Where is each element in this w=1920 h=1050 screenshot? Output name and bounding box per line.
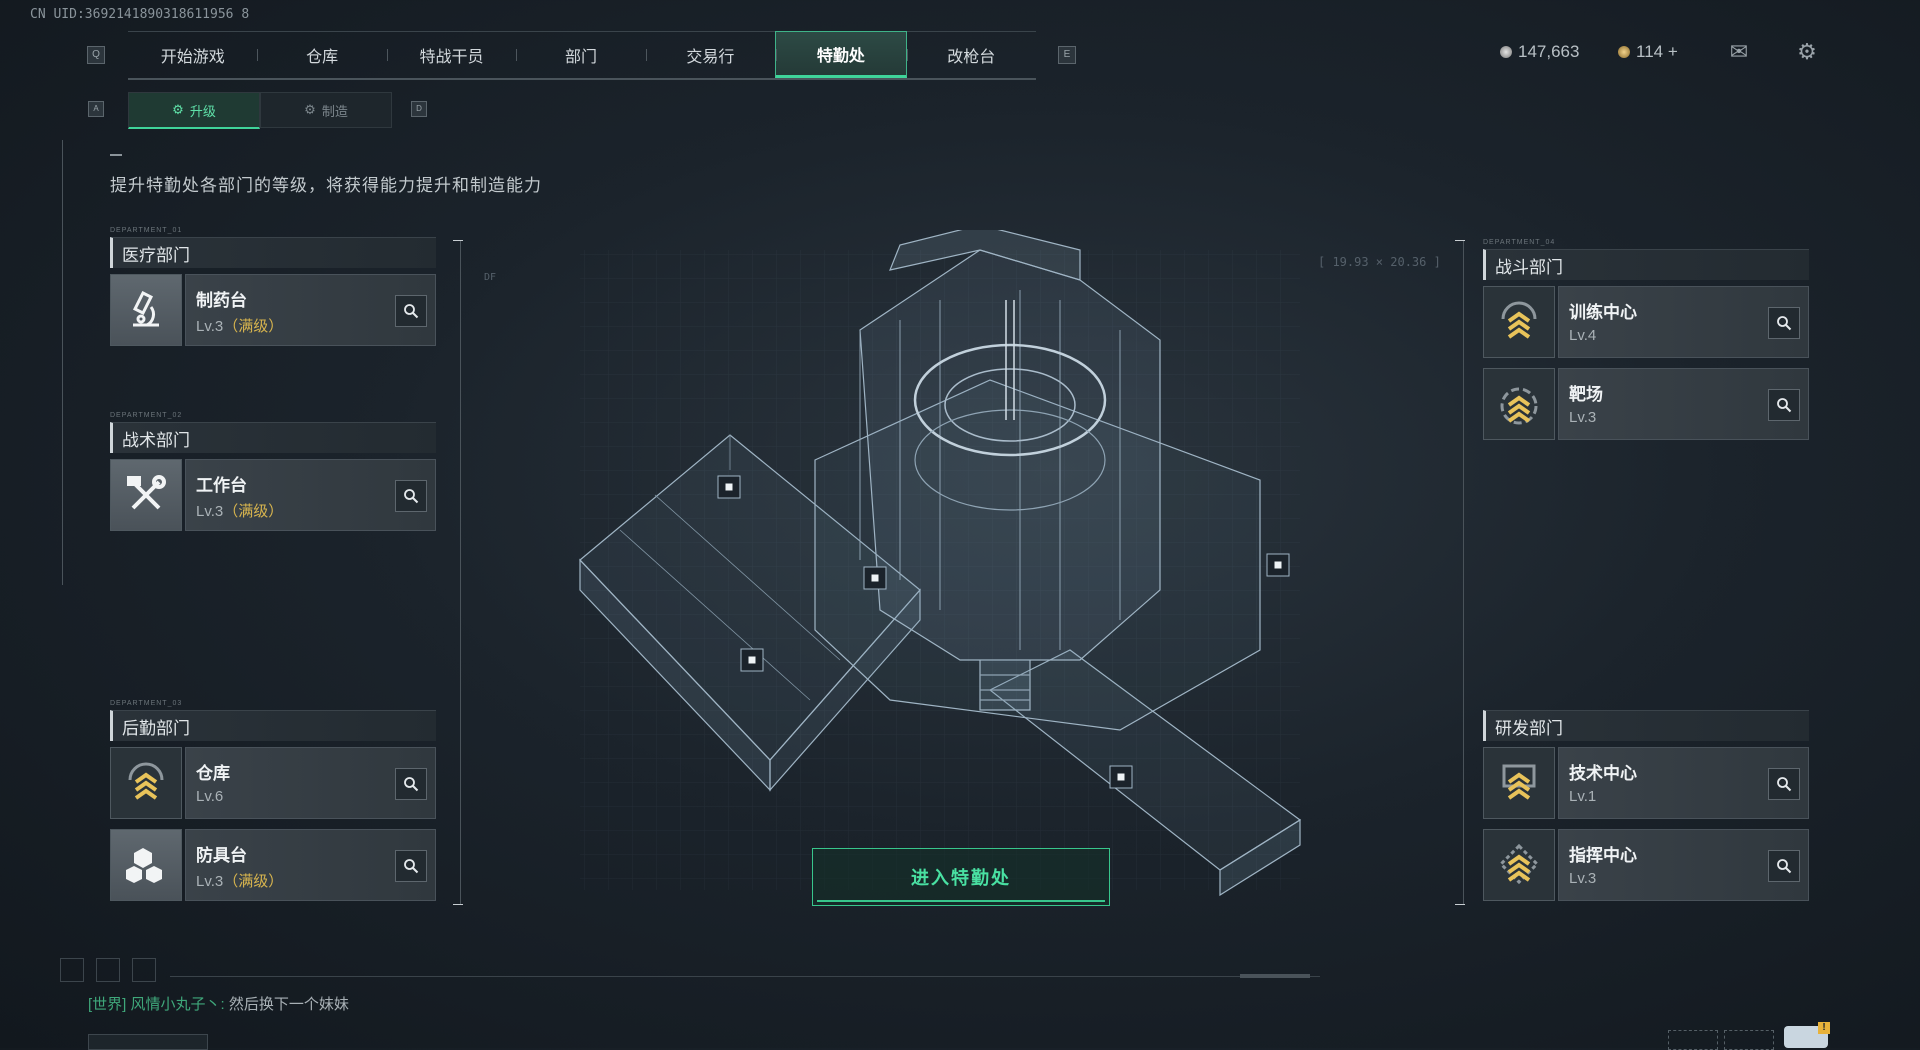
tab-upgrade[interactable]: ⚙ 升级	[128, 92, 260, 129]
dept-title: 后勤部门	[110, 710, 436, 741]
bottom-progress	[1240, 974, 1310, 978]
tab-special-ops[interactable]: 特勤处	[775, 31, 907, 78]
desc-divider	[110, 154, 122, 156]
search-icon[interactable]	[395, 295, 427, 327]
facility-card-shooting-range[interactable]: 靶场 Lv.3	[1483, 368, 1809, 440]
bottom-glyphs	[60, 958, 160, 982]
dept-research: 研发部门 技术中心 Lv.1 指挥中心 Lv.3	[1483, 700, 1809, 911]
mail-icon[interactable]: ✉	[1725, 40, 1753, 64]
dept-tag: DEPARTMENT_02	[110, 412, 183, 419]
facility-card-pharmacy[interactable]: 制药台 Lv.3（满级）	[110, 274, 436, 346]
facility-card-warehouse[interactable]: 仓库 Lv.6	[110, 747, 436, 819]
rank-chevron-icon	[1483, 368, 1555, 440]
frame-line	[460, 240, 461, 905]
silver-currency[interactable]: 147,663	[1500, 42, 1579, 62]
tab-department[interactable]: 部门	[516, 32, 645, 78]
nav-next-key[interactable]: E	[1058, 46, 1076, 64]
hud-df-label: DF	[484, 272, 497, 283]
search-icon[interactable]	[1768, 307, 1800, 339]
dept-tag: DEPARTMENT_04	[1483, 239, 1556, 246]
subnav-next-key[interactable]: D	[411, 101, 427, 117]
hud-coords: [ 19.93 × 20.36 ]	[1318, 255, 1441, 269]
nav-prev-key[interactable]: Q	[87, 46, 105, 64]
dept-title: 战术部门	[110, 422, 436, 453]
tab-start-game[interactable]: 开始游戏	[128, 32, 257, 78]
tab-gunsmith[interactable]: 改枪台	[906, 32, 1036, 78]
frame-bracket	[1455, 240, 1465, 241]
search-icon[interactable]	[395, 850, 427, 882]
bottom-divider	[170, 976, 1320, 977]
rank-chevron-icon	[110, 747, 182, 819]
search-icon[interactable]	[1768, 850, 1800, 882]
tab-operators[interactable]: 特战干员	[386, 32, 516, 78]
facility-card-training-center[interactable]: 训练中心 Lv.4	[1483, 286, 1809, 358]
frame-line	[1463, 240, 1464, 905]
main-nav: 开始游戏 仓库 特战干员 部门 交易行 特勤处 改枪台	[128, 31, 1036, 80]
rank-chevron-icon	[1483, 286, 1555, 358]
sub-nav: ⚙ 升级 ⚙ 制造	[128, 92, 392, 129]
quick-slot[interactable]	[1724, 1030, 1774, 1050]
dept-logistics: DEPARTMENT_03 后勤部门 仓库 Lv.6 防具台 Lv.3（满级）	[110, 700, 436, 911]
craft-icon: ⚙	[304, 102, 316, 117]
page-description: 提升特勤处各部门的等级，将获得能力提升和制造能力	[110, 176, 542, 195]
quick-slot[interactable]	[1668, 1030, 1718, 1050]
gold-currency[interactable]: 114 +	[1618, 42, 1678, 62]
chat-message: 然后换下一个妹妹	[228, 996, 349, 1013]
cubes-icon	[110, 829, 182, 901]
dept-tag: DEPARTMENT_03	[110, 700, 183, 707]
upgrade-icon: ⚙	[172, 102, 184, 117]
dept-tag: DEPARTMENT_01	[110, 227, 183, 234]
rank-chevron-icon	[1483, 747, 1555, 819]
facility-card-workbench[interactable]: 工作台 Lv.3（满级）	[110, 459, 436, 531]
frame-bracket	[453, 904, 463, 905]
dept-medical: DEPARTMENT_01 医疗部门 制药台 Lv.3（满级）	[110, 227, 436, 356]
tab-craft-label: 制造	[321, 103, 348, 119]
frame-line	[62, 140, 63, 585]
frame-bracket	[1455, 904, 1465, 905]
gold-amount: 114 +	[1636, 42, 1678, 61]
hammer-wrench-icon	[110, 459, 182, 531]
chat-sender: 风情小丸子丶:	[130, 996, 225, 1013]
subnav-prev-key[interactable]: A	[88, 101, 104, 117]
gold-coin-icon	[1618, 46, 1630, 58]
search-icon[interactable]	[1768, 768, 1800, 800]
dept-title: 战斗部门	[1483, 249, 1809, 280]
microscope-icon	[110, 274, 182, 346]
alert-badge-icon: !	[1818, 1022, 1830, 1034]
facility-hologram	[579, 230, 1302, 897]
tab-craft[interactable]: ⚙ 制造	[260, 92, 392, 128]
facility-card-armor-bench[interactable]: 防具台 Lv.3（满级）	[110, 829, 436, 901]
frame-bracket	[453, 240, 463, 241]
facility-card-command-center[interactable]: 指挥中心 Lv.3	[1483, 829, 1809, 901]
rank-chevron-icon	[1483, 829, 1555, 901]
silver-amount: 147,663	[1518, 42, 1580, 61]
world-chat-line[interactable]: [世界] 风情小丸子丶: 然后换下一个妹妹	[88, 993, 349, 1014]
dept-combat: DEPARTMENT_04 战斗部门 训练中心 Lv.4 靶场 Lv.3	[1483, 239, 1809, 450]
search-icon[interactable]	[395, 768, 427, 800]
dept-tactical: DEPARTMENT_02 战术部门 工作台 Lv.3（满级）	[110, 412, 436, 541]
dept-title: 医疗部门	[110, 237, 436, 268]
chat-channel: [世界]	[88, 996, 127, 1013]
settings-gear-icon[interactable]: ⚙	[1793, 40, 1821, 64]
player-uid: CN UID:3692141890318611956 8	[30, 7, 250, 22]
search-icon[interactable]	[1768, 389, 1800, 421]
dept-title: 研发部门	[1483, 710, 1809, 741]
enter-special-ops-button[interactable]: 进入特勤处	[812, 848, 1110, 906]
tab-trade[interactable]: 交易行	[645, 32, 775, 78]
facility-card-tech-center[interactable]: 技术中心 Lv.1	[1483, 747, 1809, 819]
tab-warehouse[interactable]: 仓库	[257, 32, 386, 78]
search-icon[interactable]	[395, 480, 427, 512]
tab-upgrade-label: 升级	[189, 103, 216, 119]
silver-coin-icon	[1500, 46, 1512, 58]
